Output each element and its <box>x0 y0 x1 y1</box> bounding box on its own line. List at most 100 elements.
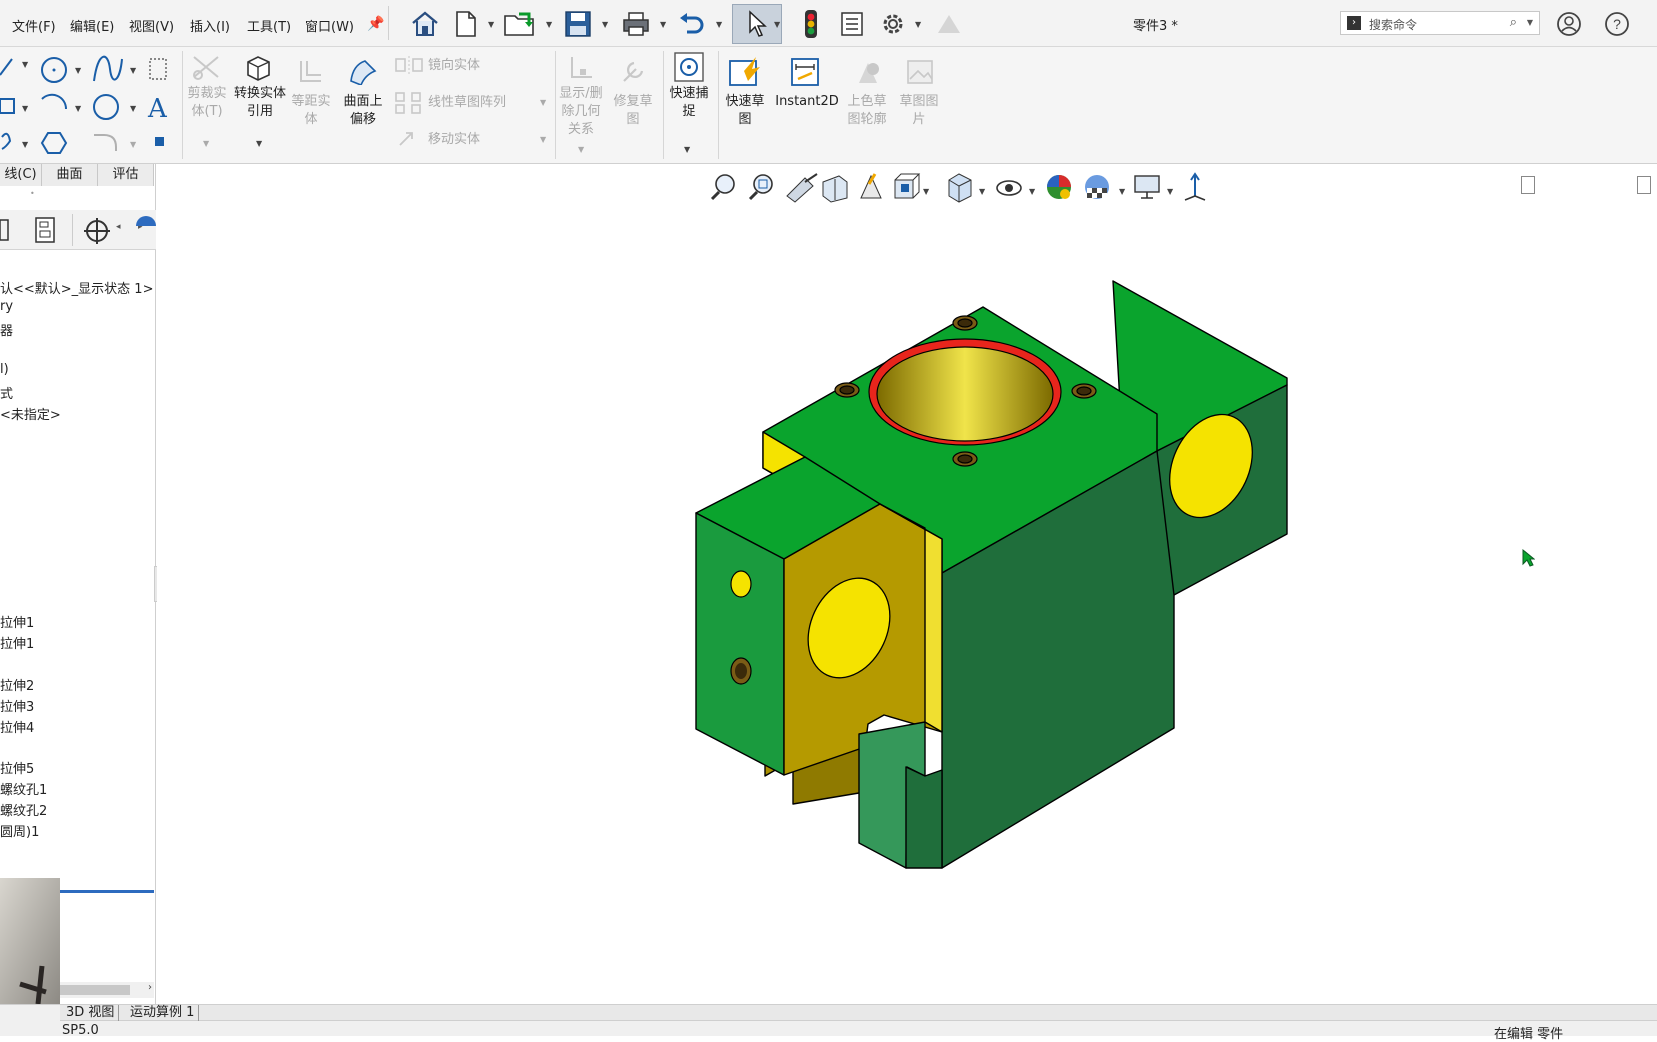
tab-surfaces[interactable]: 曲面 <box>42 164 98 186</box>
svg-text:▼: ▼ <box>130 104 137 113</box>
chevron-down-icon[interactable]: ▼ <box>1527 18 1533 27</box>
tree-item-display-state[interactable]: 认<<默认>_显示状态 1> <box>0 278 153 297</box>
tree-item-material[interactable]: <未指定> <box>0 404 61 423</box>
new-document-icon[interactable] <box>452 8 480 40</box>
configuration-manager-icon[interactable] <box>82 216 112 246</box>
chevron-right-icon[interactable]: › <box>148 982 152 993</box>
search-input[interactable]: › 搜索命令 ⌕ ▼ <box>1340 11 1540 35</box>
part-3d-model[interactable] <box>157 164 1657 1004</box>
offset-on-surface-icon[interactable] <box>347 57 379 85</box>
chevron-down-icon: ▼ <box>203 139 210 148</box>
rebuild-status-icon[interactable] <box>797 8 825 40</box>
trim-icon <box>193 56 219 80</box>
menu-file[interactable]: 文件(F) <box>12 16 56 35</box>
display-manager-icon[interactable] <box>134 212 156 226</box>
open-folder-icon[interactable] <box>502 8 538 40</box>
user-account-icon[interactable] <box>1555 8 1583 40</box>
undo-icon[interactable] <box>676 8 706 40</box>
feature-manager-panel: 线(C) 曲面 评估 • ◂ ▸ 认<<默认>_显示状态 1> ry 器 l) … <box>0 164 156 1004</box>
repair-sketch-icon <box>623 61 644 82</box>
tree-item-feature[interactable]: 螺纹孔2 <box>0 800 47 819</box>
rapid-sketch-icon[interactable] <box>728 55 762 87</box>
search-placeholder: 搜索命令 <box>1369 18 1418 32</box>
display-relations-label: 显示/删除几何关系 <box>559 86 603 137</box>
svg-text:▼: ▼ <box>22 140 29 149</box>
quick-snaps-icon[interactable] <box>673 51 705 83</box>
move-entities-label: 移动实体 <box>428 132 481 147</box>
quick-snaps-label[interactable]: 快速捕捉 <box>666 85 712 121</box>
mirror-entities-label: 镜向实体 <box>428 58 481 73</box>
graphics-area[interactable]: ▼ ▼ ▼ ▼ ▼ <box>157 164 1657 1004</box>
home-icon[interactable] <box>409 8 441 40</box>
mirror-entities-icon <box>395 56 423 74</box>
chevron-down-icon[interactable]: ▼ <box>546 20 552 29</box>
tree-item-sensors[interactable]: 器 <box>0 320 13 339</box>
tree-item-annotations[interactable]: l) <box>0 362 9 377</box>
chevron-down-icon[interactable]: ▼ <box>716 20 722 29</box>
shaded-sketch-contours-label: 上色草图轮廓 <box>847 94 887 127</box>
search-icon[interactable]: ⌕ <box>1510 15 1517 30</box>
rollback-bar[interactable] <box>60 890 154 893</box>
print-icon[interactable] <box>620 8 652 40</box>
instant2d-icon[interactable] <box>790 57 820 87</box>
chevron-down-icon[interactable]: ▼ <box>602 20 608 29</box>
chevron-down-icon: ▼ <box>540 135 547 144</box>
chevron-down-icon[interactable]: ▼ <box>488 20 494 29</box>
chevron-down-icon[interactable]: ▼ <box>915 20 921 29</box>
help-icon[interactable]: ? <box>1603 8 1631 40</box>
tree-item-feature[interactable]: 拉伸4 <box>0 717 34 736</box>
chevron-down-icon[interactable]: ▼ <box>256 139 262 148</box>
command-icon: › <box>1347 16 1361 30</box>
tree-item-feature[interactable]: 拉伸1 <box>0 612 34 631</box>
gear-icon[interactable] <box>876 8 910 40</box>
instant2d-label[interactable]: Instant2D <box>774 93 840 111</box>
tree-item-feature[interactable]: 拉伸5 <box>0 758 34 777</box>
pin-icon[interactable]: 📌 <box>366 8 386 40</box>
tree-item-feature[interactable]: 螺纹孔1 <box>0 779 47 798</box>
tree-item-feature[interactable]: 拉伸1 <box>0 633 34 652</box>
command-manager-ribbon: ▼ ▼ ▼ ▼ ▼ ▼ A ▼ ▼ 剪裁实体(T) ▼ 转换实体引用 ▼ 等距实… <box>0 47 1657 164</box>
linear-pattern-icon <box>395 92 421 114</box>
scroll-left-icon[interactable]: ◂ <box>116 222 121 232</box>
tab-evaluate[interactable]: 评估 <box>98 164 154 186</box>
pointer-cursor-icon <box>1522 548 1535 567</box>
menu-insert[interactable]: 插入(I) <box>190 16 230 35</box>
splitter-handle[interactable]: • <box>30 189 35 198</box>
tree-item-feature[interactable]: 圆周)1 <box>0 821 39 840</box>
menu-edit[interactable]: 编辑(E) <box>70 16 114 35</box>
svg-text:▼: ▼ <box>75 66 82 75</box>
tree-item-history[interactable]: ry <box>0 299 13 314</box>
feature-tree-icon[interactable] <box>0 218 12 242</box>
tab-motion-study[interactable]: 运动算例 1 <box>126 1005 200 1021</box>
status-bar: 3D 视图 运动算例 1 SP5.0 在编辑 零件 <box>0 1004 1657 1042</box>
appearance-icon <box>934 8 964 40</box>
horizontal-scrollbar[interactable]: › <box>60 982 154 998</box>
tree-item-equations[interactable]: 式 <box>0 383 13 402</box>
chevron-down-icon: ▼ <box>540 98 547 107</box>
file-properties-icon[interactable] <box>837 8 867 40</box>
tab-3d-views[interactable]: 3D 视图 <box>62 1005 120 1021</box>
chevron-down-icon[interactable]: ▼ <box>774 20 780 29</box>
offset-on-surface-label[interactable]: 曲面上偏移 <box>340 93 386 129</box>
chevron-down-icon: ▼ <box>578 145 585 154</box>
chevron-down-icon[interactable]: ▼ <box>684 145 690 154</box>
menu-window[interactable]: 窗口(W) <box>305 16 354 35</box>
tree-item-feature[interactable]: 拉伸2 <box>0 675 34 694</box>
tab-sketch[interactable]: 线(C) <box>0 164 42 186</box>
property-manager-icon[interactable] <box>32 216 60 244</box>
shaded-sketch-contours-icon <box>859 63 879 83</box>
svg-text:A: A <box>147 94 168 124</box>
sketch-entities-icon[interactable]: ▼ ▼ ▼ ▼ ▼ ▼ A ▼ ▼ <box>0 51 170 161</box>
tree-item-feature[interactable]: 拉伸3 <box>0 696 34 715</box>
menu-view[interactable]: 视图(V) <box>129 16 174 35</box>
menu-tools[interactable]: 工具(T) <box>247 16 291 35</box>
chevron-down-icon[interactable]: ▼ <box>660 20 666 29</box>
convert-entities-icon[interactable] <box>243 53 273 83</box>
bottom-tab-strip <box>60 1005 1657 1021</box>
rapid-sketch-label[interactable]: 快速草图 <box>722 93 768 129</box>
webcam-overlay <box>0 878 60 1004</box>
svg-text:▼: ▼ <box>22 60 29 69</box>
save-icon[interactable] <box>562 8 594 40</box>
convert-entities-label[interactable]: 转换实体引用 <box>234 85 286 121</box>
display-relations-icon <box>571 57 592 78</box>
